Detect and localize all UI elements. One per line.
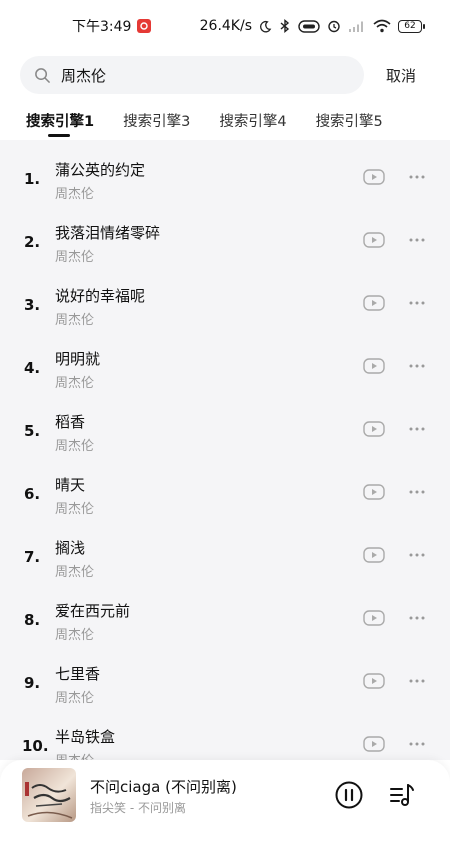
song-artist: 周杰伦 xyxy=(55,691,95,706)
song-index: 3. xyxy=(24,296,41,314)
song-index: 5. xyxy=(24,422,41,440)
mv-play-icon[interactable] xyxy=(363,420,385,438)
tab-engine-1[interactable]: 搜索引擎1 xyxy=(26,104,94,140)
more-options-icon[interactable] xyxy=(407,546,427,564)
song-artist: 周杰伦 xyxy=(55,502,95,517)
more-options-icon[interactable] xyxy=(407,357,427,375)
tab-engine-5[interactable]: 搜索引擎5 xyxy=(316,104,383,140)
song-artist: 周杰伦 xyxy=(55,565,95,580)
search-query: 周杰伦 xyxy=(61,66,107,85)
song-artist: 周杰伦 xyxy=(55,187,95,202)
mv-play-icon[interactable] xyxy=(363,735,385,753)
tab-label: 搜索引擎4 xyxy=(219,114,287,130)
song-row[interactable]: 10. 半岛铁盒 周杰伦 xyxy=(0,715,450,760)
now-playing-subtitle: 指尖笑 - 不问别离 xyxy=(90,801,186,815)
album-cover[interactable] xyxy=(22,768,76,822)
song-title: 半岛铁盒 xyxy=(55,728,116,746)
bluetooth-icon xyxy=(280,19,290,33)
mv-play-icon[interactable] xyxy=(363,546,385,564)
song-title: 蒲公英的约定 xyxy=(55,161,146,179)
song-title: 说好的幸福呢 xyxy=(55,287,146,305)
song-index: 7. xyxy=(24,548,41,566)
battery-level: 62 xyxy=(404,21,416,31)
tab-engine-3[interactable]: 搜索引擎3 xyxy=(123,104,190,140)
battery-icon: 62 xyxy=(398,19,425,33)
song-index: 8. xyxy=(24,611,41,629)
hd-voice-icon xyxy=(298,19,320,33)
status-left: 下午3:49 xyxy=(72,16,152,36)
song-artist: 周杰伦 xyxy=(55,313,95,328)
status-time: 下午3:49 xyxy=(72,19,132,35)
mv-play-icon[interactable] xyxy=(363,357,385,375)
mv-play-icon[interactable] xyxy=(363,609,385,627)
song-artist: 周杰伦 xyxy=(55,439,95,454)
song-artist: 周杰伦 xyxy=(55,750,94,760)
song-row[interactable]: 3. 说好的幸福呢 周杰伦 xyxy=(0,274,450,337)
song-artist: 周杰伦 xyxy=(55,250,95,265)
active-tab-indicator xyxy=(48,134,70,137)
tab-label: 搜索引擎5 xyxy=(315,114,383,130)
song-title: 明明就 xyxy=(55,350,101,368)
mini-player[interactable]: 不问ciaga (不问别离) 指尖笑 - 不问别离 xyxy=(0,760,450,850)
song-row[interactable]: 4. 明明就 周杰伦 xyxy=(0,337,450,400)
song-title: 七里香 xyxy=(55,665,101,683)
more-options-icon[interactable] xyxy=(407,231,427,249)
now-playing-title: 不问ciaga (不问别离) xyxy=(90,778,237,796)
moon-icon xyxy=(260,20,272,32)
tab-label: 搜索引擎1 xyxy=(26,114,95,130)
engine-tabs: 搜索引擎1 搜索引擎3 搜索引擎4 搜索引擎5 xyxy=(0,104,450,140)
song-artist: 周杰伦 xyxy=(55,628,95,643)
more-options-icon[interactable] xyxy=(407,420,427,438)
song-index: 10. xyxy=(22,737,49,755)
song-index: 2. xyxy=(24,233,41,251)
tab-label: 搜索引擎3 xyxy=(123,114,191,130)
song-row[interactable]: 5. 稻香 周杰伦 xyxy=(0,400,450,463)
status-right: 26.4K/s 62 xyxy=(199,18,425,34)
song-row[interactable]: 7. 搁浅 周杰伦 xyxy=(0,526,450,589)
song-row[interactable]: 6. 晴天 周杰伦 xyxy=(0,463,450,526)
song-index: 6. xyxy=(24,485,41,503)
song-artist: 周杰伦 xyxy=(55,376,95,391)
status-bar: 下午3:49 26.4K/s 62 xyxy=(0,0,450,52)
pause-button[interactable] xyxy=(334,780,364,810)
signal-icon xyxy=(349,21,363,32)
song-list: 1. 蒲公英的约定 周杰伦 2. 我落泪情绪零碎 周杰伦 3. 说好的幸福呢 周… xyxy=(0,140,450,760)
song-index: 9. xyxy=(24,674,41,692)
search-icon xyxy=(35,67,50,83)
more-options-icon[interactable] xyxy=(407,294,427,312)
song-row[interactable]: 1. 蒲公英的约定 周杰伦 xyxy=(0,148,450,211)
more-options-icon[interactable] xyxy=(407,735,427,753)
search-input[interactable]: 周杰伦 xyxy=(20,56,364,94)
mv-play-icon[interactable] xyxy=(363,168,385,186)
music-app-notification-icon xyxy=(137,19,152,33)
song-title: 我落泪情绪零碎 xyxy=(55,224,161,242)
wifi-icon xyxy=(373,19,391,33)
song-index: 1. xyxy=(24,170,41,188)
more-options-icon[interactable] xyxy=(407,672,427,690)
song-title: 晴天 xyxy=(55,476,86,494)
song-row[interactable]: 8. 爱在西元前 周杰伦 xyxy=(0,589,450,652)
song-index: 4. xyxy=(24,359,41,377)
network-speed: 26.4K/s xyxy=(199,18,252,34)
cancel-button[interactable]: 取消 xyxy=(386,65,416,86)
search-row: 周杰伦 取消 xyxy=(0,52,450,98)
song-title: 稻香 xyxy=(55,413,86,431)
mv-play-icon[interactable] xyxy=(363,294,385,312)
alarm-icon xyxy=(328,20,340,33)
album-art-image xyxy=(25,782,73,819)
mv-play-icon[interactable] xyxy=(363,483,385,501)
playlist-icon[interactable] xyxy=(388,781,416,809)
song-title: 搁浅 xyxy=(55,539,86,557)
tab-engine-4[interactable]: 搜索引擎4 xyxy=(219,104,286,140)
more-options-icon[interactable] xyxy=(407,168,427,186)
song-title: 爱在西元前 xyxy=(55,602,131,620)
mv-play-icon[interactable] xyxy=(363,672,385,690)
mv-play-icon[interactable] xyxy=(363,231,385,249)
song-row[interactable]: 9. 七里香 周杰伦 xyxy=(0,652,450,715)
more-options-icon[interactable] xyxy=(407,609,427,627)
more-options-icon[interactable] xyxy=(407,483,427,501)
song-row[interactable]: 2. 我落泪情绪零碎 周杰伦 xyxy=(0,211,450,274)
